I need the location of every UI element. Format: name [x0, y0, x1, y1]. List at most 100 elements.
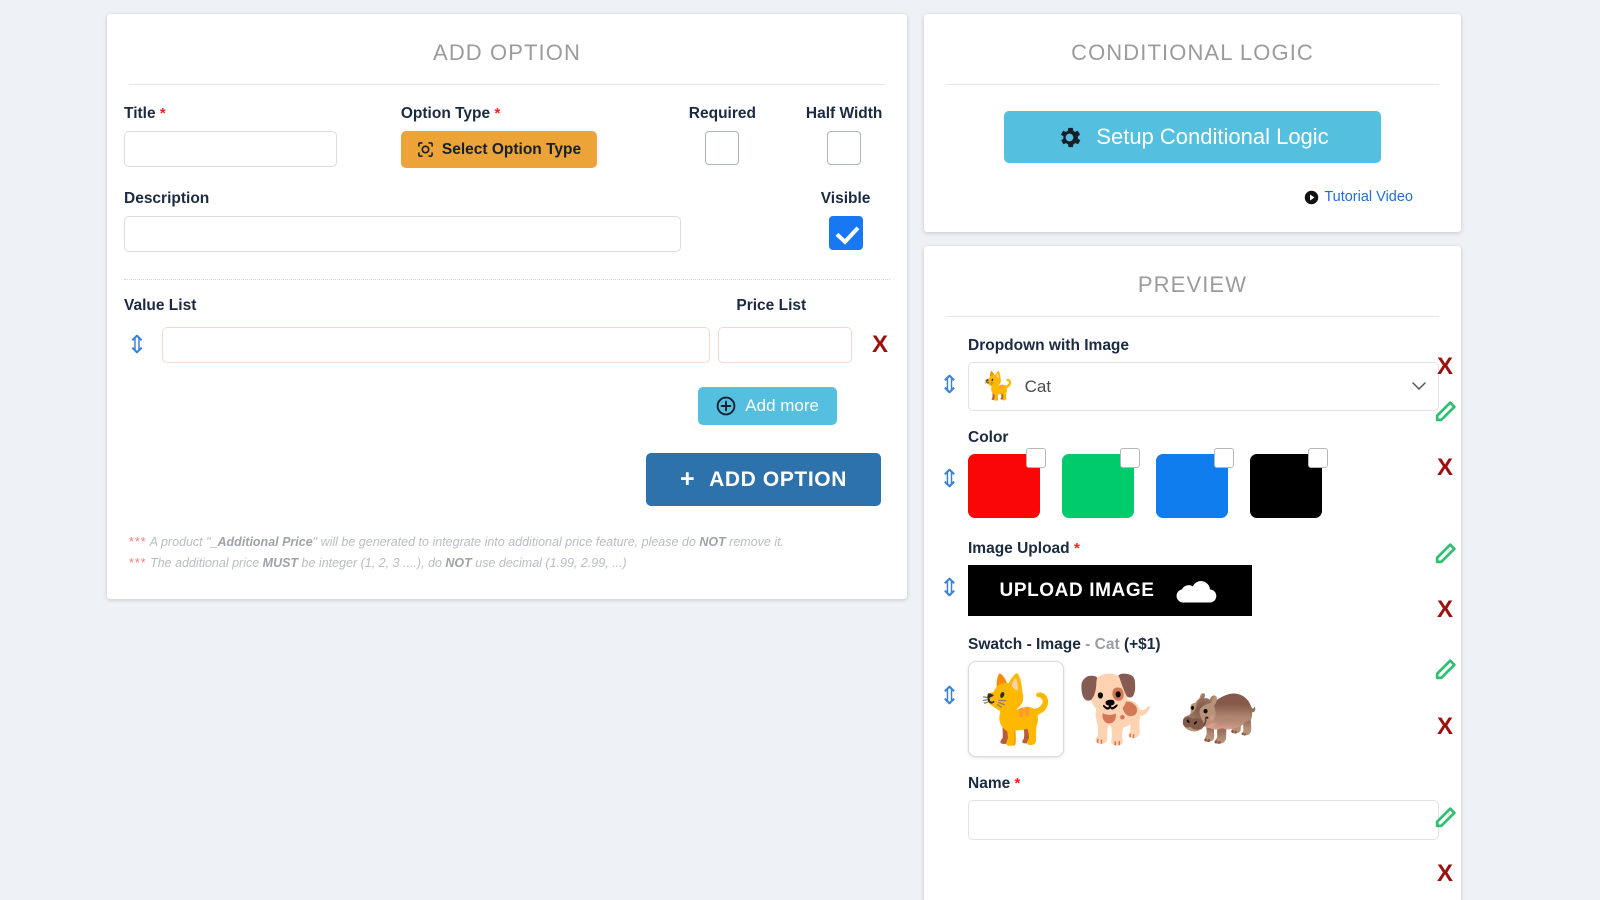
select-option-type-label: Select Option Type [442, 141, 581, 159]
preview-row-dropdown: Dropdown with Image ⇕ 🐈 Cat [924, 337, 1461, 411]
edit-image-swatch-row-button[interactable] [1430, 805, 1460, 834]
plus-circle-icon [716, 396, 736, 416]
preview-body: Dropdown with Image ⇕ 🐈 Cat Color ⇕ [924, 337, 1461, 840]
tutorial-video-link[interactable]: Tutorial Video [1304, 189, 1413, 205]
note-text: A product "_Additional Price" will be ge… [150, 535, 784, 549]
delete-color-row-button[interactable]: X [1430, 456, 1460, 480]
add-option-body: Title * Option Type * [107, 85, 907, 573]
title-label: Title * [124, 105, 337, 123]
field-row-primary: Title * Option Type * [124, 105, 890, 170]
half-width-checkbox[interactable] [827, 131, 861, 165]
value-price-header: Value List Price List [124, 297, 890, 323]
play-circle-icon [1304, 190, 1319, 205]
add-more-row: Add more [124, 387, 890, 425]
add-option-submit-label: ADD OPTION [709, 468, 847, 492]
upload-image-button[interactable]: UPLOAD IMAGE [968, 565, 1252, 616]
description-input[interactable] [124, 216, 681, 252]
swatch-image-label: Swatch - Image - Cat (+$1) [968, 636, 1439, 654]
edit-color-row-button[interactable] [1430, 541, 1460, 570]
app-root: ADD OPTION Title * Option Type * [0, 0, 1600, 900]
option-type-group: Option Type * Select Option Type [401, 105, 617, 168]
color-swatch-black[interactable] [1250, 454, 1322, 518]
value-list-row: ⇕ X [124, 327, 890, 363]
image-upload-required-mark: * [1074, 540, 1080, 557]
notes-block: *** A product "_Additional Price" will b… [124, 532, 890, 573]
note-star: *** [129, 535, 147, 549]
visible-checkbox[interactable] [829, 216, 863, 250]
section-divider [124, 279, 890, 280]
conditional-logic-title: CONDITIONAL LOGIC [946, 14, 1439, 85]
description-label: Description [124, 190, 681, 208]
dropdown-with-image-select[interactable]: 🐈 Cat [968, 362, 1439, 411]
option-type-label: Option Type * [401, 105, 617, 123]
upload-image-label: UPLOAD IMAGE [1000, 580, 1155, 602]
swatch-image-separator: - [1085, 636, 1090, 653]
chevron-down-icon [1412, 379, 1426, 394]
name-input[interactable] [968, 800, 1439, 840]
drag-updown-icon[interactable]: ⇕ [939, 684, 960, 709]
add-option-submit-button[interactable]: + ADD OPTION [646, 453, 881, 506]
drag-updown-icon[interactable]: ⇕ [124, 333, 150, 358]
image-swatch-cat[interactable]: 🐈 [968, 661, 1064, 757]
color-swatch-checkbox[interactable] [1120, 448, 1140, 468]
setup-conditional-logic-button[interactable]: Setup Conditional Logic [1004, 111, 1381, 163]
name-required-mark: * [1015, 775, 1021, 792]
remove-value-row-button[interactable]: X [872, 331, 888, 359]
delete-image-swatch-row-button[interactable]: X [1430, 715, 1460, 739]
color-swatch-green[interactable] [1062, 454, 1134, 518]
note-text: The additional price MUST be integer (1,… [150, 556, 627, 570]
edit-dropdown-row-button[interactable] [1430, 399, 1460, 428]
setup-conditional-logic-label: Setup Conditional Logic [1096, 124, 1328, 150]
half-width-group: Half Width [798, 105, 890, 170]
value-list-label: Value List [124, 297, 196, 315]
note-star: *** [129, 556, 147, 570]
name-label: Name * [968, 775, 1439, 793]
drag-updown-icon[interactable]: ⇕ [939, 576, 960, 601]
preview-title: PREVIEW [946, 246, 1439, 317]
color-swatch-red[interactable] [968, 454, 1040, 518]
description-group: Description [124, 190, 681, 252]
color-swatch-checkbox[interactable] [1214, 448, 1234, 468]
title-field-group: Title * [124, 105, 337, 167]
drag-updown-icon[interactable]: ⇕ [939, 467, 960, 492]
preview-row-upload: Image Upload * ⇕ UPLOAD IMAGE [924, 540, 1461, 616]
delete-name-row-button[interactable]: X [1430, 862, 1460, 886]
tutorial-video-label: Tutorial Video [1324, 189, 1413, 205]
image-upload-label: Image Upload * [968, 540, 1439, 558]
color-swatch-checkbox[interactable] [1308, 448, 1328, 468]
edit-upload-row-button[interactable] [1430, 657, 1460, 686]
cloud-icon [1174, 577, 1220, 604]
delete-upload-row-button[interactable]: X [1430, 598, 1460, 622]
gear-icon [1056, 124, 1083, 151]
add-more-button[interactable]: Add more [698, 387, 837, 425]
title-input[interactable] [124, 131, 337, 167]
dropdown-label: Dropdown with Image [968, 337, 1439, 355]
title-required-mark: * [160, 105, 166, 122]
price-list-input[interactable] [718, 327, 852, 363]
preview-row-color: Color ⇕ [924, 429, 1461, 518]
drag-updown-icon[interactable]: ⇕ [939, 373, 960, 398]
submit-row: + ADD OPTION [124, 453, 890, 506]
tutorial-row: Tutorial Video [924, 189, 1461, 205]
visible-label: Visible [801, 190, 890, 208]
preview-panel: PREVIEW Dropdown with Image ⇕ 🐈 Cat Colo… [924, 246, 1461, 900]
color-swatch-checkbox[interactable] [1026, 448, 1046, 468]
select-option-type-button[interactable]: Select Option Type [401, 131, 597, 168]
add-option-title: ADD OPTION [129, 14, 885, 85]
object-select-icon [417, 141, 434, 158]
delete-dropdown-row-button[interactable]: X [1430, 355, 1460, 379]
required-checkbox[interactable] [705, 131, 739, 165]
color-swatch-blue[interactable] [1156, 454, 1228, 518]
swatch-image-price: (+$1) [1124, 636, 1161, 653]
preview-row-image-swatch: Swatch - Image - Cat (+$1) ⇕ 🐈 🐕 🦛 [924, 636, 1461, 757]
cat-icon: 🐈 [981, 373, 1015, 400]
swatch-image-selected-name: Cat [1095, 636, 1120, 653]
image-swatch-hippopotamus[interactable]: 🦛 [1172, 661, 1268, 757]
value-list-input[interactable] [162, 327, 710, 363]
price-list-label: Price List [736, 297, 806, 315]
image-swatch-list: 🐈 🐕 🦛 [968, 661, 1439, 757]
add-more-label: Add more [745, 396, 819, 416]
image-swatch-dog[interactable]: 🐕 [1070, 661, 1166, 757]
color-label: Color [968, 429, 1439, 447]
note-line: *** The additional price MUST be integer… [129, 553, 890, 574]
